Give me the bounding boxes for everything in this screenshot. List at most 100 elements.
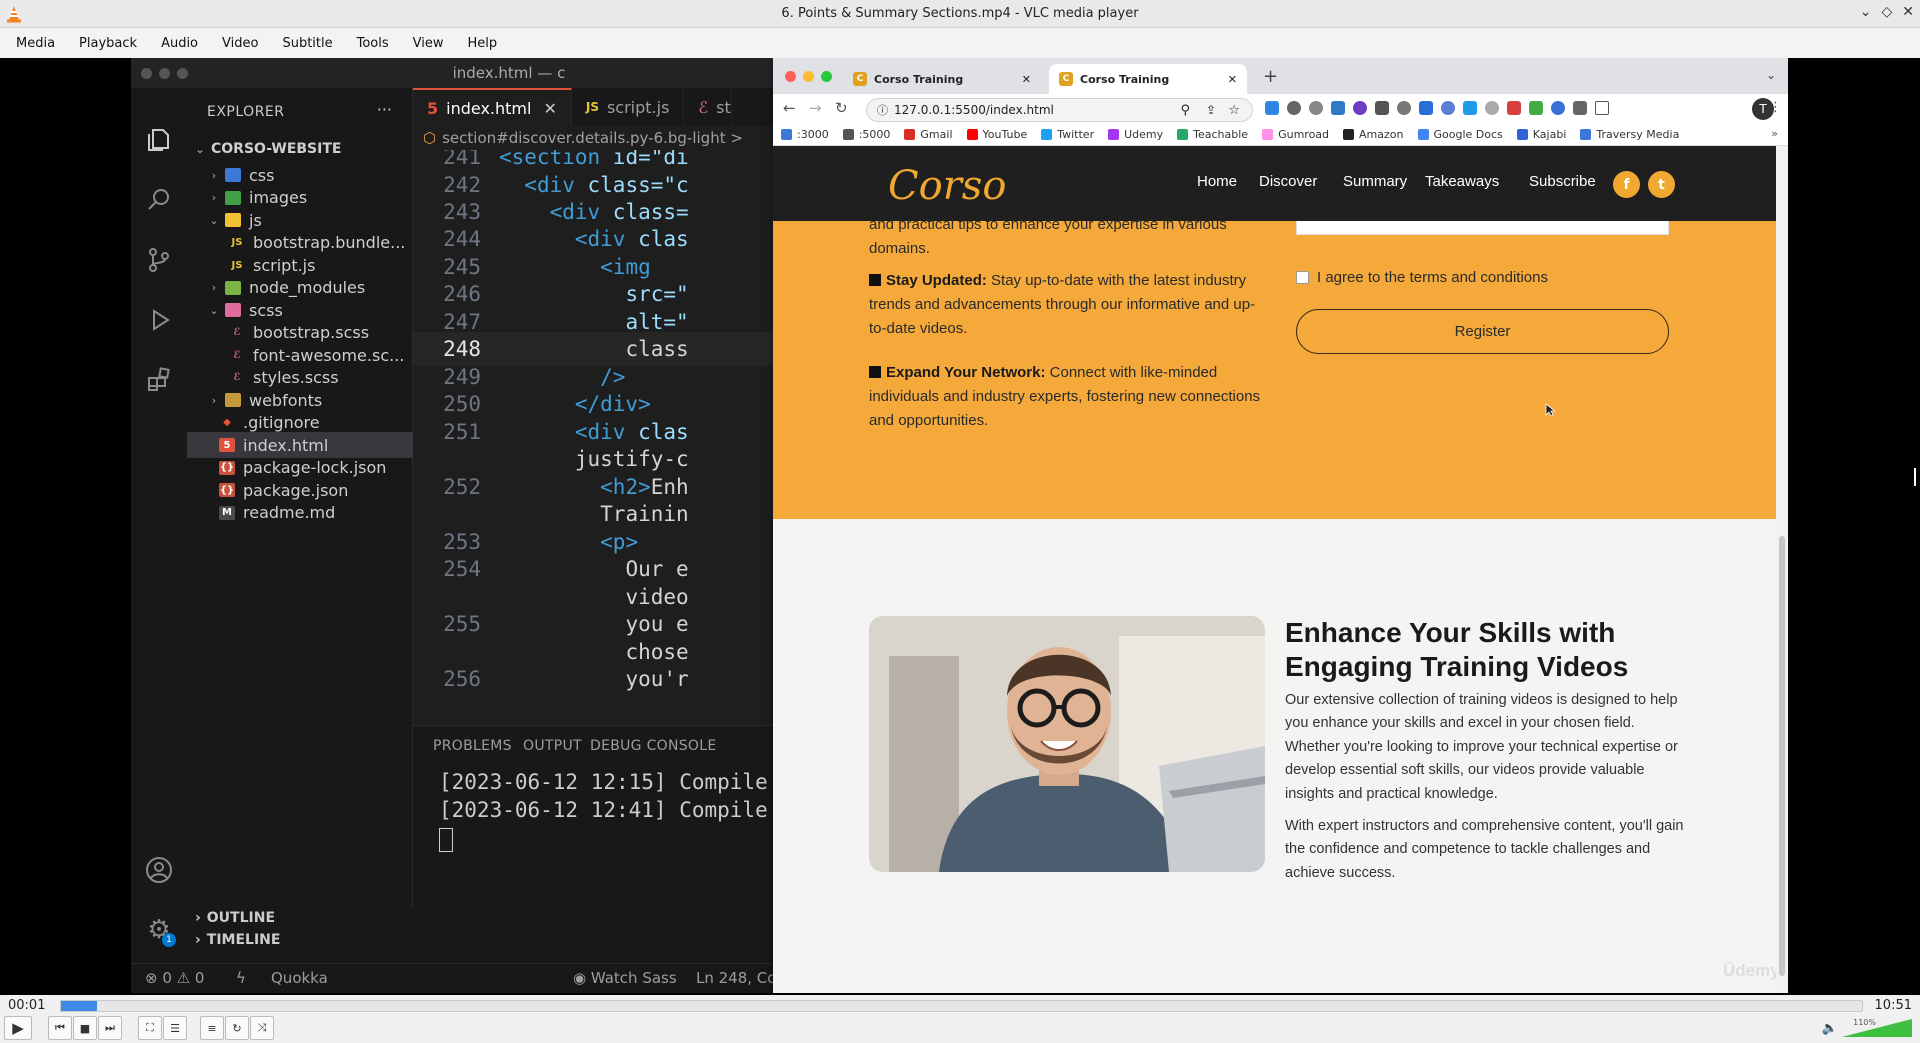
puzzle-icon[interactable] <box>1573 101 1587 115</box>
extension-icon[interactable] <box>1441 101 1455 115</box>
more-actions-icon[interactable]: ··· <box>377 100 392 119</box>
account-icon[interactable] <box>142 853 176 887</box>
nav-home[interactable]: Home <box>1197 173 1237 190</box>
close-tab-icon[interactable]: ✕ <box>1022 73 1031 86</box>
bookmark-udemy[interactable]: Udemy <box>1108 128 1163 141</box>
share-icon[interactable]: ⇪ <box>1206 103 1216 117</box>
terms-checkbox-row[interactable]: I agree to the terms and conditions <box>1296 269 1548 286</box>
extension-icon[interactable] <box>1331 101 1345 115</box>
search-icon[interactable] <box>142 183 176 217</box>
extension-icon[interactable] <box>1309 101 1323 115</box>
extensions-icon[interactable] <box>142 363 176 397</box>
play-button[interactable]: ▶ <box>4 1016 32 1040</box>
menu-help[interactable]: Help <box>456 36 510 51</box>
extension-icon[interactable] <box>1419 101 1433 115</box>
close-tab-icon[interactable]: ✕ <box>543 99 556 118</box>
bookmark-gmail[interactable]: Gmail <box>904 128 953 141</box>
new-tab-icon[interactable]: + <box>1263 66 1278 87</box>
reload-icon[interactable]: ↻ <box>835 99 848 117</box>
next-icon[interactable]: ⏭ <box>98 1016 122 1040</box>
maximize-icon[interactable]: ◇ <box>1881 4 1892 20</box>
extension-icon[interactable] <box>1485 101 1499 115</box>
page-scrollbar[interactable] <box>1776 146 1788 993</box>
tab-index-html[interactable]: 5 index.html ✕ <box>413 88 572 126</box>
menu-video[interactable]: Video <box>210 36 270 51</box>
bookmark-twitter[interactable]: Twitter <box>1041 128 1094 141</box>
mac-zoom-button[interactable] <box>821 71 832 82</box>
extension-icon[interactable] <box>1463 101 1477 115</box>
speaker-icon[interactable]: 🔈 <box>1822 1021 1838 1036</box>
tab-problems[interactable]: PROBLEMS <box>433 738 512 754</box>
source-control-icon[interactable] <box>142 243 176 277</box>
watch-sass-button[interactable]: ◉ Watch Sass <box>573 969 677 987</box>
bookmark-5000[interactable]: :5000 <box>842 128 890 141</box>
menu-tools[interactable]: Tools <box>345 36 401 51</box>
tab-output[interactable]: OUTPUT <box>523 738 582 754</box>
playlist-icon[interactable]: ≡ <box>200 1016 224 1040</box>
fullscreen-icon[interactable]: ⛶ <box>138 1016 162 1040</box>
traffic-light-min[interactable] <box>159 68 170 79</box>
browser-tab[interactable]: C Corso Training ✕ <box>843 64 1041 94</box>
loop-icon[interactable]: ↻ <box>225 1016 249 1040</box>
nav-takeaways[interactable]: Takeaways <box>1425 173 1499 190</box>
extension-icon[interactable] <box>1551 101 1565 115</box>
more-bookmarks-icon[interactable]: » <box>1771 127 1778 140</box>
seek-bar[interactable] <box>60 1000 1863 1012</box>
menu-audio[interactable]: Audio <box>149 36 210 51</box>
address-bar[interactable]: ⓘ 127.0.0.1:5500/index.html ⚲ ⇪ ☆ <box>866 98 1253 122</box>
scrollbar-thumb[interactable] <box>1779 536 1785 976</box>
menu-view[interactable]: View <box>401 36 456 51</box>
problems-status[interactable]: ⊗ 0 ⚠ 0 <box>145 969 204 987</box>
nav-subscribe[interactable]: Subscribe <box>1529 173 1596 190</box>
tab-styles-scss[interactable]: ℰ st <box>684 88 732 126</box>
terms-checkbox[interactable] <box>1296 271 1309 284</box>
bookmark-amazon[interactable]: Amazon <box>1343 128 1404 141</box>
site-logo[interactable]: Corso <box>888 163 1006 209</box>
register-button[interactable]: Register <box>1296 309 1669 354</box>
code-editor[interactable]: 241 <section id="di 242 <div class="c 243 <… <box>413 150 787 725</box>
extension-icon[interactable] <box>1265 101 1279 115</box>
project-root[interactable]: ⌄ CORSO-WEBSITE <box>187 136 413 162</box>
run-debug-icon[interactable] <box>142 303 176 337</box>
previous-icon[interactable]: ⏮ <box>48 1016 72 1040</box>
traffic-light-max[interactable] <box>177 68 188 79</box>
forward-icon[interactable]: → <box>809 99 822 117</box>
bookmark-star-icon[interactable]: ☆ <box>1228 103 1240 118</box>
facebook-icon[interactable]: f <box>1613 171 1640 198</box>
close-tab-icon[interactable]: ✕ <box>1228 73 1237 86</box>
traffic-light-close[interactable] <box>141 68 152 79</box>
tab-script-js[interactable]: JS script.js <box>572 88 685 126</box>
email-field[interactable] <box>1296 221 1669 235</box>
quokka-status[interactable]: Quokka <box>271 969 328 987</box>
mac-close-button[interactable] <box>785 71 796 82</box>
bookmark-3000[interactable]: :3000 <box>781 128 829 141</box>
minimize-icon[interactable]: ⌄ <box>1860 4 1872 20</box>
bookmark-kajabi[interactable]: Kajabi <box>1516 128 1566 141</box>
outline-header[interactable]: › OUTLINE <box>195 910 275 926</box>
nav-discover[interactable]: Discover <box>1259 173 1317 190</box>
back-icon[interactable]: ← <box>783 99 796 117</box>
extension-icon[interactable] <box>1397 101 1411 115</box>
close-icon[interactable]: ✕ <box>1902 4 1914 20</box>
bookmark-gumroad[interactable]: Gumroad <box>1262 128 1329 141</box>
timeline-header[interactable]: › TIMELINE <box>195 932 280 948</box>
bookmark-youtube[interactable]: YouTube <box>966 128 1027 141</box>
settings-gear-icon[interactable]: ⚙ 1 <box>142 913 176 947</box>
bookmark-teachable[interactable]: Teachable <box>1177 128 1248 141</box>
mac-minimize-button[interactable] <box>803 71 814 82</box>
shuffle-icon[interactable]: ⤨ <box>250 1016 274 1040</box>
menu-kebab-icon[interactable]: ⋮ <box>1769 100 1782 115</box>
extension-icon[interactable] <box>1353 101 1367 115</box>
extension-icon[interactable] <box>1507 101 1521 115</box>
bookmark-googledocs[interactable]: Google Docs <box>1417 128 1503 141</box>
tree-item-readme-md[interactable]: Mreadme.md <box>187 500 413 526</box>
zoom-icon[interactable]: ⚲ <box>1180 103 1190 118</box>
twitter-icon[interactable]: t <box>1648 171 1675 198</box>
side-panel-icon[interactable] <box>1595 101 1609 115</box>
menu-playback[interactable]: Playback <box>67 36 149 51</box>
menu-media[interactable]: Media <box>4 36 67 51</box>
stop-icon[interactable]: ■ <box>73 1016 97 1040</box>
explorer-icon[interactable] <box>142 123 176 157</box>
extended-settings-icon[interactable]: ☰ <box>163 1016 187 1040</box>
extension-icon[interactable] <box>1529 101 1543 115</box>
